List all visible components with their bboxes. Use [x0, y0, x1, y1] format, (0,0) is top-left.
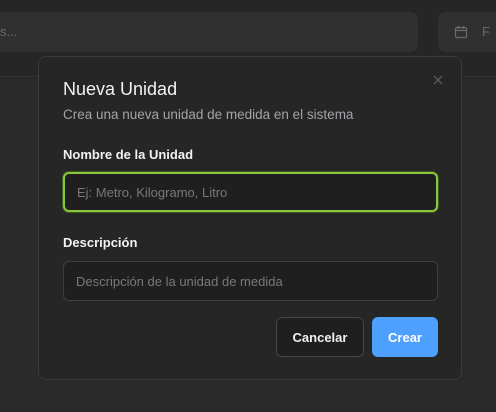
calendar-icon [454, 25, 468, 39]
background-date-filter: F [438, 12, 496, 52]
unit-name-label: Nombre de la Unidad [63, 147, 194, 162]
cancel-button[interactable]: Cancelar [276, 317, 364, 357]
description-input[interactable] [63, 261, 438, 301]
close-icon[interactable] [430, 72, 446, 88]
new-unit-dialog: Nueva Unidad Crea una nueva unidad de me… [38, 56, 462, 380]
description-label: Descripción [63, 235, 138, 250]
background-search-input: s... [0, 12, 418, 52]
dialog-title: Nueva Unidad [63, 79, 178, 99]
unit-name-input[interactable] [63, 172, 438, 212]
background-date-label: F [482, 24, 490, 39]
dialog-subtitle: Crea una nueva unidad de medida en el si… [63, 107, 354, 122]
create-button[interactable]: Crear [372, 317, 438, 357]
